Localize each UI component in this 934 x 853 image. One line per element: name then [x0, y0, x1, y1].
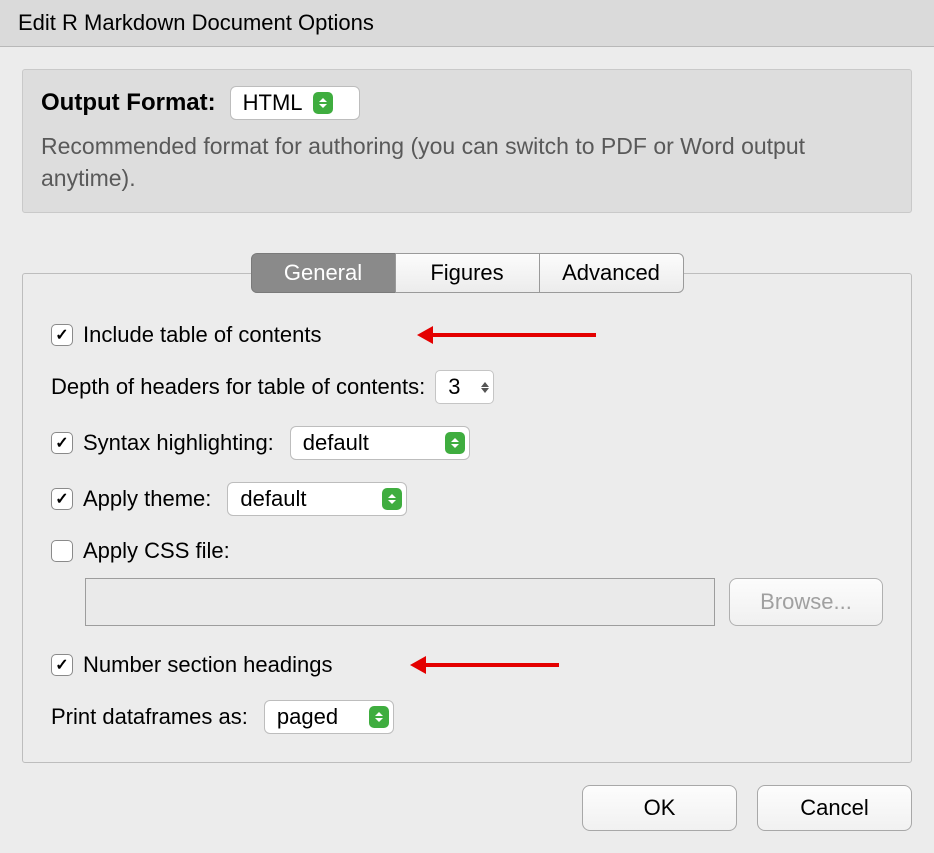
apply-theme-label: Apply theme: [83, 486, 211, 512]
row-print-dataframes: Print dataframes as: paged [51, 700, 883, 734]
cancel-button[interactable]: Cancel [757, 785, 912, 831]
row-include-toc: Include table of contents [51, 322, 883, 348]
annotation-arrow-icon [424, 663, 559, 667]
browse-button[interactable]: Browse... [729, 578, 883, 626]
apply-theme-select[interactable]: default [227, 482, 407, 516]
row-toc-depth: Depth of headers for table of contents: … [51, 370, 883, 404]
dialog-content: Output Format: HTML Recommended format f… [0, 47, 934, 853]
include-toc-checkbox[interactable] [51, 324, 73, 346]
tab-advanced[interactable]: Advanced [539, 253, 684, 293]
stepper-icon [481, 382, 489, 393]
toc-depth-value: 3 [448, 374, 460, 400]
number-sections-label: Number section headings [83, 652, 332, 678]
output-format-value: HTML [243, 90, 303, 116]
syntax-highlighting-select[interactable]: default [290, 426, 470, 460]
number-sections-checkbox[interactable] [51, 654, 73, 676]
dropdown-icon [369, 706, 389, 728]
print-dataframes-label: Print dataframes as: [51, 704, 248, 730]
css-path-input[interactable] [85, 578, 715, 626]
row-apply-css: Apply CSS file: [51, 538, 883, 564]
toc-depth-stepper[interactable]: 3 [435, 370, 493, 404]
annotation-arrow-icon [431, 333, 596, 337]
toc-depth-label: Depth of headers for table of contents: [51, 374, 425, 400]
row-apply-theme: Apply theme: default [51, 482, 883, 516]
tab-bar: General Figures Advanced [22, 253, 912, 293]
dialog-title: Edit R Markdown Document Options [18, 10, 374, 35]
output-format-label: Output Format: [41, 89, 216, 117]
output-format-panel: Output Format: HTML Recommended format f… [22, 69, 912, 213]
dialog-footer: OK Cancel [22, 785, 912, 831]
row-syntax-highlighting: Syntax highlighting: default [51, 426, 883, 460]
apply-theme-checkbox[interactable] [51, 488, 73, 510]
row-number-sections: Number section headings [51, 652, 883, 678]
apply-css-label: Apply CSS file: [83, 538, 230, 564]
apply-css-checkbox[interactable] [51, 540, 73, 562]
row-css-path: Browse... [85, 578, 883, 626]
ok-button[interactable]: OK [582, 785, 737, 831]
print-dataframes-select[interactable]: paged [264, 700, 394, 734]
dropdown-icon [382, 488, 402, 510]
apply-theme-value: default [240, 486, 306, 512]
general-panel: Include table of contents Depth of heade… [22, 273, 912, 763]
tabs-container: General Figures Advanced Include table o… [22, 253, 912, 763]
print-dataframes-value: paged [277, 704, 338, 730]
syntax-highlighting-checkbox[interactable] [51, 432, 73, 454]
syntax-highlighting-label: Syntax highlighting: [83, 430, 274, 456]
output-format-select[interactable]: HTML [230, 86, 360, 120]
syntax-highlighting-value: default [303, 430, 369, 456]
dropdown-icon [313, 92, 333, 114]
tab-general[interactable]: General [251, 253, 396, 293]
dialog-title-bar: Edit R Markdown Document Options [0, 0, 934, 47]
include-toc-label: Include table of contents [83, 322, 322, 348]
output-format-description: Recommended format for authoring (you ca… [41, 130, 893, 194]
dropdown-icon [445, 432, 465, 454]
tab-figures[interactable]: Figures [395, 253, 540, 293]
